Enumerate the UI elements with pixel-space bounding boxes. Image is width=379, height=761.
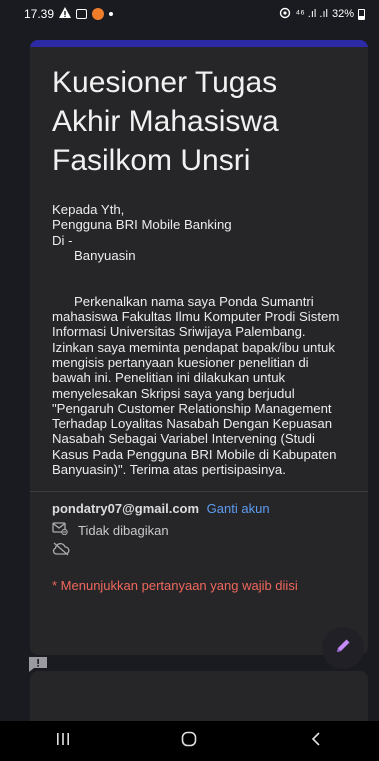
required-note: * Menunjukkan pertanyaan yang wajib diis…	[52, 578, 298, 594]
alert-icon	[59, 7, 72, 21]
system-nav-bar	[0, 721, 379, 761]
card-accent-bar	[30, 40, 368, 47]
status-right: ⁴⁶ .ıl .ıl 32%	[279, 7, 365, 22]
image-icon	[76, 9, 88, 19]
form-header-card: Kuesioner Tugas Akhir Mahasiswa Fasilkom…	[30, 40, 368, 655]
edit-icon	[334, 637, 352, 660]
cloud-off-icon	[52, 542, 70, 560]
account-email: pondatry07@gmail.com	[52, 501, 200, 517]
cloud-status-row	[30, 542, 368, 562]
hotspot-icon	[279, 7, 291, 22]
switch-account-link[interactable]: Ganti akun	[207, 501, 270, 516]
status-time: 17.39	[24, 7, 55, 21]
home-button[interactable]	[169, 729, 209, 753]
form-title: Kuesioner Tugas Akhir Mahasiswa Fasilkom…	[52, 66, 279, 177]
recents-button[interactable]	[43, 729, 83, 753]
status-left: 17.39	[24, 7, 114, 21]
account-row: pondatry07@gmail.com Ganti akun	[30, 501, 368, 516]
battery-icon	[358, 8, 365, 20]
back-icon	[311, 731, 321, 752]
home-icon	[181, 731, 197, 752]
not-shared-label: Tidak dibagikan	[78, 522, 169, 538]
app-notification-icon	[92, 8, 105, 20]
edit-button[interactable]	[322, 627, 364, 669]
signal-icon: ⁴⁶ .ıl .ıl	[295, 8, 328, 20]
recents-icon	[55, 732, 71, 751]
more-notifications-dot	[109, 12, 114, 16]
no-share-icon	[52, 522, 68, 538]
share-status-row: Tidak dibagikan	[30, 522, 368, 538]
battery-level: 32%	[331, 8, 354, 20]
divider	[30, 491, 368, 493]
status-bar: 17.39 ⁴⁶ .ıl .ıl 32%	[0, 0, 379, 28]
form-description: Kepada Yth, Pengguna BRI Mobile Banking …	[52, 202, 340, 478]
back-button[interactable]	[296, 729, 336, 753]
card-body: Kuesioner Tugas Akhir Mahasiswa Fasilkom…	[30, 47, 368, 477]
